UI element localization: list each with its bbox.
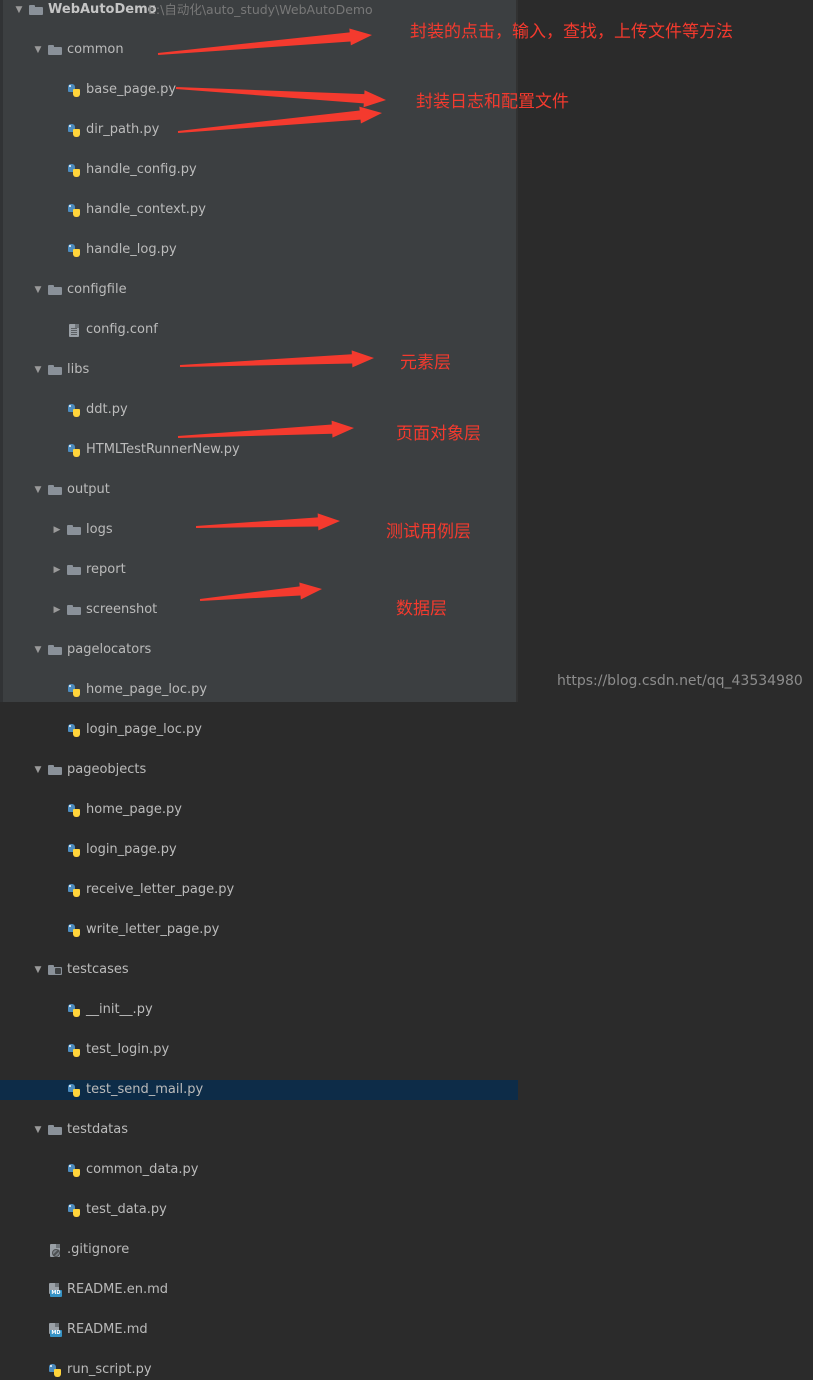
tree-row[interactable]: ▼ pageobjects xyxy=(0,760,518,780)
row-icon xyxy=(48,963,63,978)
tree-row-label: testdatas xyxy=(67,1122,129,1137)
row-icon xyxy=(67,1163,82,1178)
annotation-label: 数据层 xyxy=(396,599,447,619)
tree-row-label: pageobjects xyxy=(67,762,147,777)
arrow-pagelocators xyxy=(179,350,374,368)
annotation-label: 元素层 xyxy=(400,353,451,373)
tree-row[interactable]: __init__.py xyxy=(0,1000,518,1020)
tree-row[interactable]: write_letter_page.py xyxy=(0,920,518,940)
tree-row-label: run_script.py xyxy=(67,1362,152,1377)
tree-row-label: test_login.py xyxy=(86,1042,170,1057)
tree-row[interactable]: run_script.py xyxy=(0,1360,518,1380)
tree-row-label: test_data.py xyxy=(86,1202,167,1217)
row-icon: MD xyxy=(48,1283,63,1298)
tree-row-label: testcases xyxy=(67,962,129,977)
row-icon xyxy=(48,1363,63,1378)
tree-row-label: __init__.py xyxy=(86,1002,153,1017)
row-icon xyxy=(67,1003,82,1018)
watermark-url: https://blog.csdn.net/qq_43534980 xyxy=(557,673,803,689)
tree-row[interactable]: common_data.py xyxy=(0,1160,518,1180)
tree-row[interactable]: login_page_loc.py xyxy=(0,720,518,740)
chevron-down-icon[interactable]: ▼ xyxy=(32,760,44,780)
tree-row[interactable]: ▼ testdatas xyxy=(0,1120,518,1140)
arrow-pageobjects xyxy=(177,420,354,438)
tree-row[interactable]: test_login.py xyxy=(0,1040,518,1060)
annotation-label: 封装的点击，输入，查找，上传文件等方法 xyxy=(410,22,733,42)
arrow-common-methods xyxy=(157,28,372,55)
arrow-testdatas xyxy=(199,582,322,601)
annotation-label: 页面对象层 xyxy=(396,424,481,444)
tree-row-label: README.md xyxy=(67,1322,148,1337)
row-icon xyxy=(67,803,82,818)
row-icon xyxy=(48,1243,63,1258)
tree-row-label: home_page.py xyxy=(86,802,182,817)
row-icon: MD xyxy=(48,1323,63,1338)
chevron-down-icon[interactable]: ▼ xyxy=(32,960,44,980)
row-icon xyxy=(67,1203,82,1218)
tree-row[interactable]: ▼ testcases xyxy=(0,960,518,980)
row-icon xyxy=(48,763,63,778)
tree-row[interactable]: MD README.md xyxy=(0,1320,518,1340)
arrow-testcases xyxy=(195,513,340,531)
tree-row[interactable]: MD README.en.md xyxy=(0,1280,518,1300)
tree-row-label: README.en.md xyxy=(67,1282,168,1297)
tree-row-label: login_page.py xyxy=(86,842,177,857)
tree-row-label: common_data.py xyxy=(86,1162,199,1177)
tree-row-label: login_page_loc.py xyxy=(86,722,202,737)
tree-row-label: .gitignore xyxy=(67,1242,130,1257)
row-icon xyxy=(67,843,82,858)
tree-row[interactable]: .gitignore xyxy=(0,1240,518,1260)
annotation-arrow-layer xyxy=(157,28,386,601)
tree-row-label: test_send_mail.py xyxy=(86,1082,204,1097)
arrow-handle-config xyxy=(175,87,386,108)
tree-row[interactable]: login_page.py xyxy=(0,840,518,860)
row-icon xyxy=(67,1083,82,1098)
row-icon xyxy=(67,1043,82,1058)
tree-row[interactable]: receive_letter_page.py xyxy=(0,880,518,900)
row-icon xyxy=(67,883,82,898)
tree-row[interactable]: test_send_mail.py xyxy=(0,1080,518,1100)
annotation-label: 测试用例层 xyxy=(386,522,471,542)
row-icon xyxy=(67,723,82,738)
tree-row[interactable]: test_data.py xyxy=(0,1200,518,1220)
chevron-down-icon[interactable]: ▼ xyxy=(32,1120,44,1140)
tree-row-label: receive_letter_page.py xyxy=(86,882,235,897)
tree-row-label: write_letter_page.py xyxy=(86,922,220,937)
annotation-label: 封装日志和配置文件 xyxy=(416,92,569,112)
row-icon xyxy=(67,923,82,938)
tree-row[interactable]: home_page.py xyxy=(0,800,518,820)
arrow-handle-log xyxy=(177,106,382,133)
pycharm-project-window: ▼ WebAutoDemo E:\自动化\auto_study\WebAutoDem… xyxy=(0,0,813,1377)
row-icon xyxy=(48,1123,63,1138)
